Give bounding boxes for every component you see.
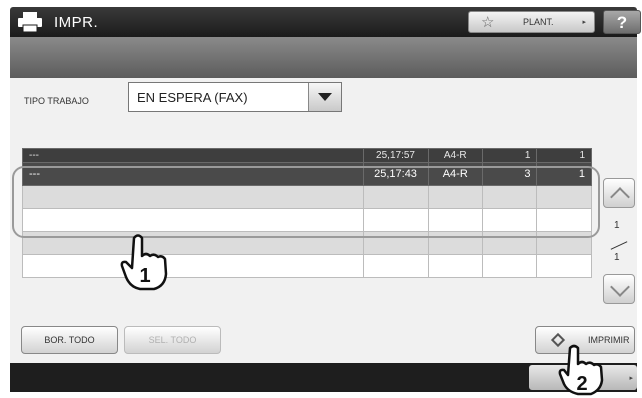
page-total: 1 [614,252,620,263]
arrow-right-icon: ▸ [582,19,586,26]
scroll-down-button[interactable] [603,274,635,304]
chevron-up-icon [610,187,630,207]
job-name-cell: --- [22,148,364,163]
table-row[interactable]: --- 25,17:57 A4-R 1 1 [22,148,592,163]
scroll-up-button[interactable] [603,178,635,208]
job-type-select[interactable]: EN ESPERA (FAX) [128,82,342,112]
help-button[interactable]: ? [603,10,641,34]
job-pages-cell: 1 [481,148,538,163]
job-paper-cell: A4-R [427,148,483,163]
job-type-label: TIPO TRABAJO [24,96,89,106]
template-button[interactable]: ☆ PLANT. ▸ [468,11,595,33]
select-all-button[interactable]: SEL. TODO [124,326,221,354]
footer-bar: ▸ [10,363,637,392]
job-type-value: EN ESPERA (FAX) [137,90,248,105]
dropdown-button[interactable] [308,83,341,111]
template-button-label: PLANT. [523,17,554,27]
delete-all-button[interactable]: BOR. TODO [21,326,118,354]
page-current: 1 [614,220,620,231]
job-date-cell: 25,17:57 [362,148,429,163]
page-title: IMPR. [54,14,99,31]
callout-2-number: 2 [576,373,587,395]
star-icon: ☆ [481,14,495,31]
title-bar: IMPR. ☆ PLANT. ▸ ? [10,7,641,37]
pointing-hand-icon: 1 [120,234,168,291]
selection-highlight [12,166,600,238]
table-row[interactable] [22,254,592,278]
arrow-right-icon: ▸ [629,375,633,382]
chevron-down-icon [318,93,332,101]
printer-icon [18,12,42,32]
header-band [10,37,637,78]
callout-1-number: 1 [139,265,150,287]
job-copies-cell: 1 [536,148,592,163]
chevron-down-icon [610,277,630,297]
pointing-hand-icon: 2 [558,344,604,396]
